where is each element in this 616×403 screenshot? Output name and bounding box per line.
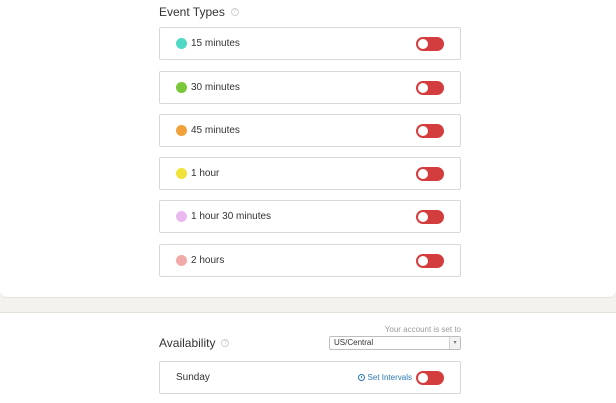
toggle-knob [418,169,428,179]
event-type-row[interactable]: 45 minutes [159,114,461,147]
toggle-knob [418,373,428,383]
toggle-knob [418,83,428,93]
event-type-label: 1 hour 30 minutes [191,211,272,222]
availability-day-row[interactable]: Sunday Set Intervals [159,361,461,394]
event-type-label: 30 minutes [191,82,240,93]
event-type-row[interactable]: 2 hours [159,244,461,277]
event-type-toggle[interactable] [416,37,444,51]
event-type-toggle[interactable] [416,167,444,181]
event-type-toggle[interactable] [416,124,444,138]
event-types-panel: Event Types ? 15 minutes 30 minutes 45 m… [0,0,616,298]
timezone-value: US/Central [334,338,374,347]
event-types-title: Event Types [159,5,225,19]
set-intervals-label: Set Intervals [367,373,412,382]
toggle-knob [418,212,428,222]
timezone-caption: Your account is set to [384,325,461,334]
event-type-toggle[interactable] [416,254,444,268]
question-circle-icon[interactable]: ? [221,339,230,347]
toggle-knob [418,126,428,136]
event-types-heading: Event Types ? [159,5,239,19]
clock-icon [357,374,365,381]
event-type-row[interactable]: 15 minutes [159,27,461,60]
event-type-label: 45 minutes [191,125,240,136]
toggle-knob [418,39,428,49]
event-color-dot [176,38,187,49]
day-toggle[interactable] [416,371,444,385]
availability-heading: Availability ? [159,336,230,350]
event-type-label: 15 minutes [191,38,240,49]
set-intervals-link[interactable]: Set Intervals [357,373,412,382]
timezone-select[interactable]: US/Central ▾ [329,336,461,350]
chevron-down-icon[interactable]: ▾ [449,337,460,349]
event-color-dot [176,125,187,136]
event-type-row[interactable]: 1 hour [159,157,461,190]
event-color-dot [176,211,187,222]
event-type-row[interactable]: 1 hour 30 minutes [159,200,461,233]
availability-title: Availability [159,336,216,350]
question-circle-icon[interactable]: ? [230,8,239,16]
event-color-dot [176,82,187,93]
toggle-knob [418,256,428,266]
event-type-toggle[interactable] [416,210,444,224]
day-label: Sunday [176,372,210,383]
event-type-toggle[interactable] [416,81,444,95]
event-type-row[interactable]: 30 minutes [159,71,461,104]
event-type-label: 2 hours [191,255,225,266]
event-color-dot [176,168,187,179]
event-type-label: 1 hour [191,168,220,179]
event-color-dot [176,255,187,266]
